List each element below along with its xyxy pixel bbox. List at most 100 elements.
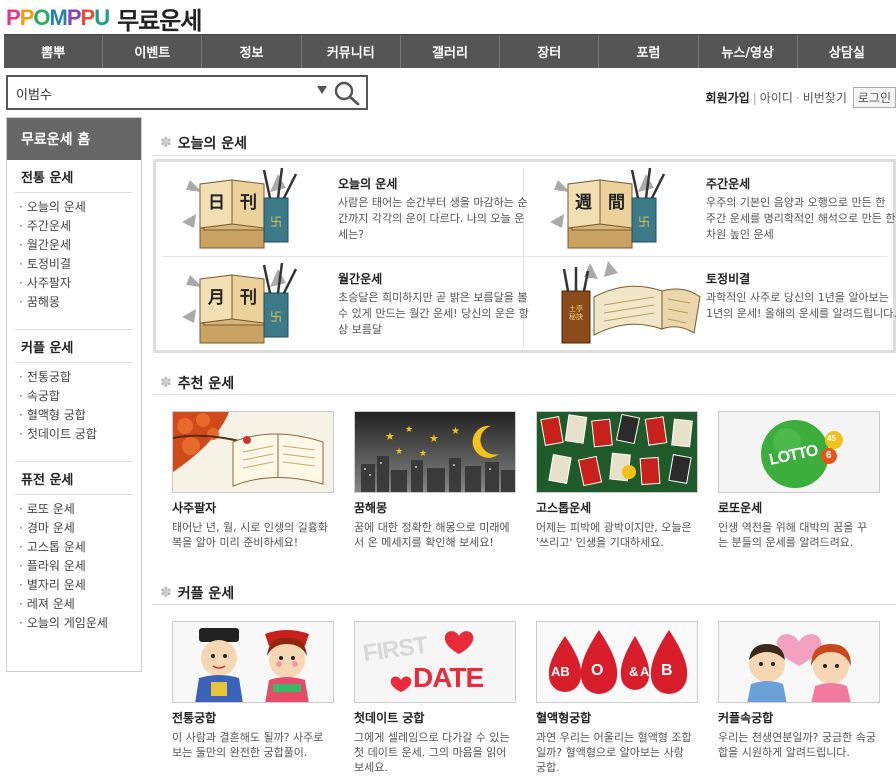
nav-item-news[interactable]: 뉴스/영상 bbox=[699, 35, 798, 68]
sidebar-item-dream[interactable]: 꿈해몽 bbox=[15, 293, 133, 312]
join-link[interactable]: 회원가입 bbox=[706, 89, 750, 106]
svg-text:★: ★ bbox=[405, 425, 413, 435]
section-title-couple: ✽ 커플 운세 bbox=[160, 583, 234, 603]
sidebar: 무료운세 홈 전통 운세 오늘의 운세 주간운세 월간운세 토정비결 사주팔자 … bbox=[6, 117, 142, 672]
nav-item-market[interactable]: 장터 bbox=[500, 35, 600, 68]
divider bbox=[152, 394, 896, 395]
lotto-ball: 45 bbox=[827, 434, 836, 443]
glyph: 日 bbox=[208, 193, 225, 213]
main-nav: 뽐뿌 이벤트 정보 커뮤니티 갤러리 장터 포럼 뉴스/영상 상담실 bbox=[4, 34, 896, 68]
section-title-recommend: ✽ 추천 운세 bbox=[160, 373, 234, 393]
dream-image[interactable]: ★ ★ ★ ★ ★ ★ bbox=[354, 411, 516, 493]
sidebar-group-traditional: 전통 운세 오늘의 운세 주간운세 월간운세 토정비결 사주팔자 꿈해몽 bbox=[7, 160, 141, 312]
sidebar-item-tojeong[interactable]: 토정비결 bbox=[15, 255, 133, 274]
sidebar-item-inner-match[interactable]: 속궁합 bbox=[15, 387, 133, 406]
sidebar-group-title: 커플 운세 bbox=[15, 330, 133, 363]
fortune-title[interactable]: 토정비결 bbox=[706, 270, 896, 287]
sidebar-item-leisure[interactable]: 레져 운세 bbox=[15, 595, 133, 614]
sidebar-item-zodiac[interactable]: 별자리 운세 bbox=[15, 576, 133, 595]
card-title[interactable]: 사주팔자 bbox=[172, 499, 334, 516]
sidebar-item-blood-match[interactable]: 혈액형 궁합 bbox=[15, 406, 133, 425]
nav-item-community[interactable]: 커뮤니티 bbox=[302, 35, 401, 68]
nav-item-counsel[interactable]: 상담실 bbox=[798, 35, 896, 68]
logo-letter: P bbox=[6, 5, 21, 30]
search-input[interactable] bbox=[16, 83, 306, 103]
card-desc: 어제는 피박에 광박이지만, 오늘은 '쓰리고' 인생을 기대하세요. bbox=[536, 521, 692, 549]
fortune-title[interactable]: 주간운세 bbox=[706, 175, 896, 192]
card-title[interactable]: 첫데이트 궁합 bbox=[354, 709, 516, 726]
sidebar-item-traditional-match[interactable]: 전통궁합 bbox=[15, 368, 133, 387]
nav-item-forum[interactable]: 포럼 bbox=[599, 35, 699, 68]
login-button[interactable]: 로그인 bbox=[852, 87, 896, 108]
sidebar-item-gostop[interactable]: 고스톱 운세 bbox=[15, 538, 133, 557]
find-password-link[interactable]: 비번찾기 bbox=[803, 89, 847, 106]
sidebar-item-flower[interactable]: 플라워 운세 bbox=[15, 557, 133, 576]
card-title[interactable]: 혈액형궁합 bbox=[536, 709, 698, 726]
card-first-date[interactable]: FIRST DATE 첫데이트 궁합 그에게 셀레임으로 다가갈 수 있는 첫 … bbox=[354, 621, 516, 775]
section-title-text: 커플 운세 bbox=[177, 586, 235, 602]
card-dream[interactable]: ★ ★ ★ ★ ★ ★ 꿈해몽 꿈에 대한 정확한 해몽으로 미래에서 온 메세지를 확인… bbox=[354, 411, 516, 550]
lotto-image[interactable]: LOTTO 45 6 bbox=[718, 411, 880, 493]
sidebar-item-weekly[interactable]: 주간운세 bbox=[15, 217, 133, 236]
fortune-today[interactable]: 卐 日 刊 오늘의 운세 사람은 태어는 순간부터 생을 마감하는 순간까지 각… bbox=[160, 162, 530, 256]
card-blood-match[interactable]: AB O & A B 혈액형궁합 과연 우리는 어울리는 혈액형 조합일까? 혈… bbox=[536, 621, 698, 775]
card-title[interactable]: 꿈해몽 bbox=[354, 499, 516, 516]
fortune-tojeong[interactable]: 土亭秘訣 토정비결 과학적인 사주로 당신의 1년을 알아보는 1년의 운세! … bbox=[528, 257, 896, 351]
card-lotto[interactable]: LOTTO 45 6 로또운세 인생 역전을 위해 대박의 꿈을 꾸는 분들의 … bbox=[718, 411, 880, 550]
sidebar-home[interactable]: 무료운세 홈 bbox=[7, 118, 141, 160]
glyph: 土亭秘訣 bbox=[569, 305, 583, 321]
book-brush-illustration: 卐 日 刊 bbox=[160, 162, 338, 256]
fortune-title[interactable]: 월간운세 bbox=[338, 270, 530, 287]
couple-image[interactable] bbox=[718, 621, 880, 703]
sidebar-item-horse[interactable]: 경마 운세 bbox=[15, 519, 133, 538]
card-couple-match[interactable]: 커플속궁합 우리는 천생연분일까? 궁금한 속궁합을 시원하게 알려드립니다. bbox=[718, 621, 880, 760]
nav-item-gallery[interactable]: 갤러리 bbox=[401, 35, 501, 68]
glyph: 刊 bbox=[240, 288, 257, 308]
nav-item-event[interactable]: 이벤트 bbox=[103, 35, 203, 68]
first-date-image[interactable]: FIRST DATE bbox=[354, 621, 516, 703]
sidebar-group-couple: 커플 운세 전통궁합 속궁합 혈액형 궁합 첫데이트 궁합 bbox=[7, 330, 141, 444]
sidebar-item-monthly[interactable]: 월간운세 bbox=[15, 236, 133, 255]
blood-type-image[interactable]: AB O & A B bbox=[536, 621, 698, 703]
sidebar-item-lotto[interactable]: 로또 운세 bbox=[15, 500, 133, 519]
sidebar-item-saju[interactable]: 사주팔자 bbox=[15, 274, 133, 293]
section-title-text: 오늘의 운세 bbox=[177, 136, 248, 152]
page: PPOMPPU 무료운세 뽐뿌 이벤트 정보 커뮤니티 갤러리 장터 포럼 뉴스… bbox=[0, 0, 896, 778]
nav-item-ppomppu[interactable]: 뽐뿌 bbox=[4, 35, 104, 68]
fortune-text: 토정비결 과학적인 사주로 당신의 1년을 알아보는 1년의 운세! 올해의 운… bbox=[706, 257, 896, 351]
card-desc: 과연 우리는 어울리는 혈액형 조합일까? 혈액형으로 알아보는 사랑 궁합. bbox=[536, 731, 692, 774]
section-title-text: 추천 운세 bbox=[177, 376, 235, 392]
traditional-couple-image[interactable] bbox=[172, 621, 334, 703]
card-title[interactable]: 로또운세 bbox=[718, 499, 880, 516]
card-traditional-match[interactable]: 전통궁합 이 사람과 결혼해도 될까? 사주로 보는 둘만의 완전한 궁합풀이. bbox=[172, 621, 334, 760]
fortune-text: 주간운세 우주의 기본인 음양과 오행으로 만든 한 주간 운세를 명리학적인 … bbox=[706, 162, 896, 256]
card-desc: 우리는 천생연분일까? 궁금한 속궁합을 시원하게 알려드립니다. bbox=[718, 731, 877, 759]
card-title[interactable]: 전통궁합 bbox=[172, 709, 334, 726]
sidebar-item-game[interactable]: 오늘의 게임운세 bbox=[15, 614, 133, 633]
fortune-weekly[interactable]: 卐 週 間 주간운세 우주의 기본인 음양과 오행으로 만든 한 주간 운세를 … bbox=[528, 162, 896, 256]
blood-type-o: O bbox=[591, 662, 604, 679]
sidebar-item-today[interactable]: 오늘의 운세 bbox=[15, 198, 133, 217]
fortune-title[interactable]: 오늘의 운세 bbox=[338, 175, 530, 192]
page-title: 무료운세 bbox=[117, 6, 202, 35]
sidebar-item-first-date[interactable]: 첫데이트 궁합 bbox=[15, 425, 133, 444]
card-gostop[interactable]: 고스톱운세 어제는 피박에 광박이지만, 오늘은 '쓰리고' 인생을 기대하세요… bbox=[536, 411, 698, 550]
saju-image[interactable] bbox=[172, 411, 334, 493]
nav-item-info[interactable]: 정보 bbox=[202, 35, 302, 68]
fortune-text: 오늘의 운세 사람은 태어는 순간부터 생을 마감하는 순간까지 각각의 운이 … bbox=[338, 162, 530, 256]
search-icon[interactable] bbox=[333, 80, 361, 106]
fortune-monthly[interactable]: 卐 月 刊 월간운세 초승달은 희미하지만 곧 밝은 보름달을 볼 수 있게 만… bbox=[160, 257, 530, 351]
card-title[interactable]: 커플속궁합 bbox=[718, 709, 880, 726]
site-logo[interactable]: PPOMPPU 무료운세 bbox=[6, 2, 202, 35]
gostop-image[interactable] bbox=[536, 411, 698, 493]
divider: · bbox=[795, 90, 800, 105]
card-saju[interactable]: 사주팔자 태어난 년, 월, 시로 인생의 길흉화복을 알아 미리 준비하세요! bbox=[172, 411, 334, 550]
dropdown-arrow-icon[interactable] bbox=[317, 86, 327, 94]
card-title[interactable]: 고스톱운세 bbox=[536, 499, 698, 516]
glyph: 刊 bbox=[240, 193, 257, 213]
logo-letter: O bbox=[33, 5, 50, 30]
card-desc: 태어난 년, 월, 시로 인생의 길흉화복을 알아 미리 준비하세요! bbox=[172, 521, 329, 549]
card-desc: 인생 역전을 위해 대박의 꿈을 꾸는 분들의 운세를 알려드려요. bbox=[718, 521, 868, 549]
divider bbox=[15, 444, 133, 462]
find-id-link[interactable]: 아이디 bbox=[760, 89, 793, 106]
